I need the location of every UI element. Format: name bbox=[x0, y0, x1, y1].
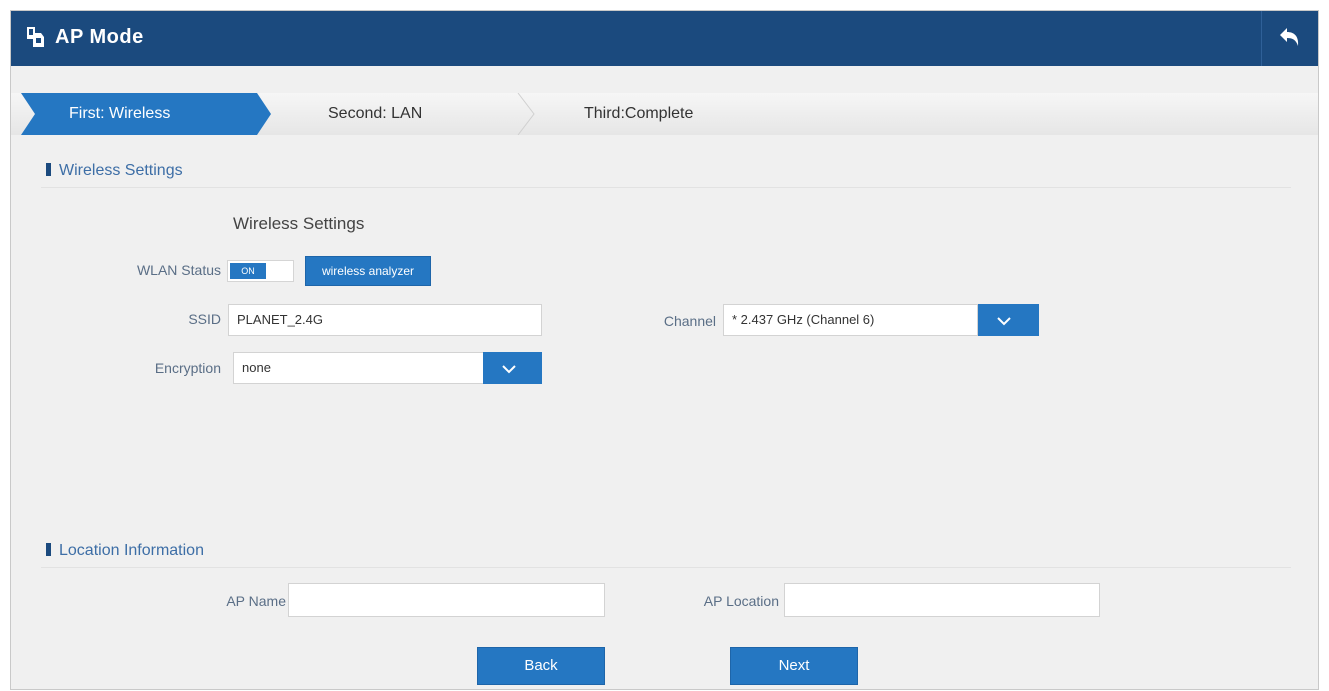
section-marker bbox=[46, 163, 51, 176]
divider bbox=[41, 567, 1291, 568]
next-button[interactable]: Next bbox=[730, 647, 858, 685]
step-second-lan[interactable]: Second: LAN bbox=[328, 105, 422, 123]
section-marker bbox=[46, 543, 51, 556]
header-bar: AP Mode bbox=[11, 11, 1318, 66]
section-wireless-settings: Wireless Settings bbox=[46, 162, 183, 180]
ssid-label: SSID bbox=[188, 311, 221, 327]
encryption-select[interactable]: none bbox=[233, 352, 484, 384]
ssid-input[interactable]: PLANET_2.4G bbox=[228, 304, 542, 336]
encryption-dropdown-button[interactable] bbox=[483, 352, 542, 384]
ap-name-label: AP Name bbox=[226, 593, 286, 609]
page-title: AP Mode bbox=[55, 26, 144, 48]
back-step-button[interactable]: Back bbox=[477, 647, 605, 685]
channel-dropdown-button[interactable] bbox=[978, 304, 1039, 336]
wireless-settings-subtitle: Wireless Settings bbox=[233, 214, 365, 233]
ap-location-label: AP Location bbox=[703, 593, 779, 609]
wlan-status-label: WLAN Status bbox=[136, 262, 221, 278]
wireless-analyzer-button[interactable]: wireless analyzer bbox=[305, 256, 431, 286]
ap-name-input[interactable] bbox=[288, 583, 605, 617]
step-third-complete[interactable]: Third:Complete bbox=[584, 105, 693, 123]
step-first-wireless[interactable]: First: Wireless bbox=[21, 93, 271, 135]
encryption-label: Encryption bbox=[154, 360, 221, 376]
wizard-steps: First: Wireless Second: LAN Third:Comple… bbox=[11, 93, 1318, 135]
step-label: First: Wireless bbox=[69, 105, 171, 122]
section-location-information: Location Information bbox=[46, 542, 204, 560]
back-button[interactable] bbox=[1261, 11, 1318, 66]
cable-plug-icon bbox=[24, 25, 46, 49]
app-frame: AP Mode First: Wireless Second: LAN Thir… bbox=[10, 10, 1319, 690]
step-separator bbox=[517, 93, 535, 135]
wlan-status-toggle[interactable]: ON bbox=[227, 260, 294, 282]
divider bbox=[41, 187, 1291, 188]
ap-location-input[interactable] bbox=[784, 583, 1100, 617]
channel-select[interactable]: * 2.437 GHz (Channel 6) bbox=[723, 304, 978, 336]
channel-label: Channel bbox=[663, 313, 716, 329]
